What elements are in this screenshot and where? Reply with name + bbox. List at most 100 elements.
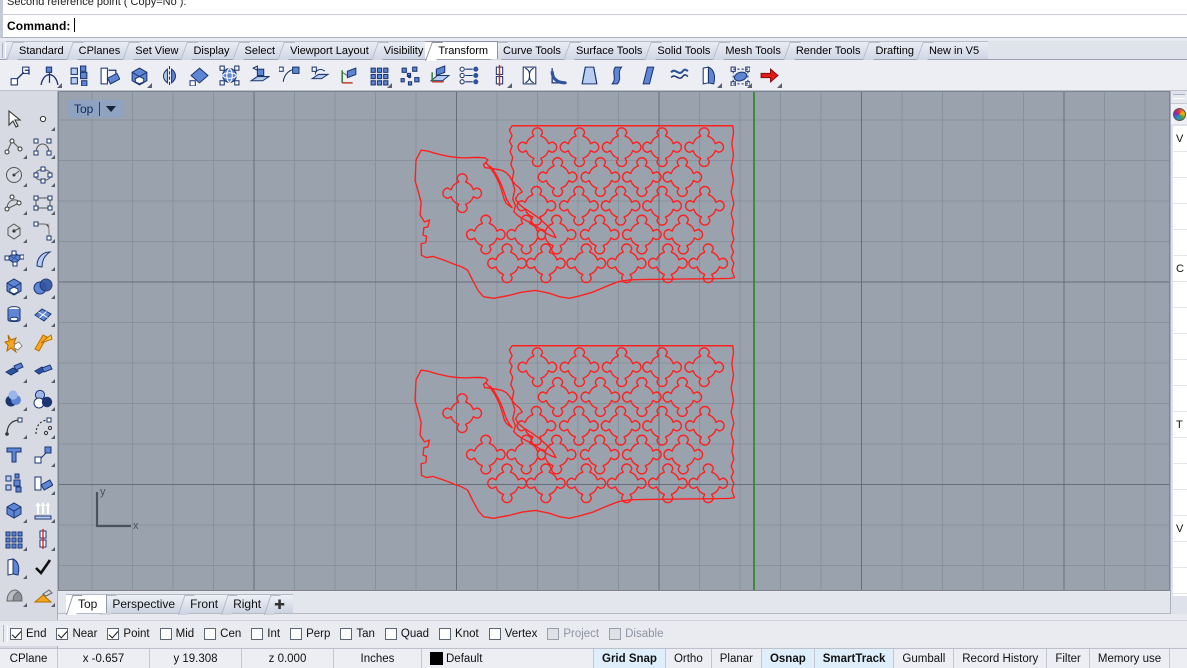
copy-small-icon[interactable] (0, 469, 29, 497)
bend-icon[interactable] (36, 62, 63, 89)
rotate-icon[interactable] (96, 62, 123, 89)
osnap-toggle-point[interactable]: Point (107, 627, 150, 640)
rotate-small-icon[interactable] (29, 469, 58, 497)
flyout-corner[interactable] (51, 491, 55, 495)
project-to-plane-icon[interactable] (246, 62, 273, 89)
flyout-corner[interactable] (51, 435, 55, 439)
flyout-corner[interactable] (51, 519, 55, 523)
flyout-corner[interactable] (22, 295, 27, 299)
toolbar-tab-set-view[interactable]: Set View (122, 41, 188, 59)
perforation-hole[interactable] (662, 157, 703, 197)
perforation-hole[interactable] (684, 405, 725, 446)
perforation-hole[interactable] (525, 243, 566, 284)
viewport-tab-top[interactable]: Top (66, 594, 107, 613)
perforation-hole[interactable] (642, 405, 682, 446)
flyout-corner[interactable] (22, 155, 27, 159)
toolbar-tab-drafting[interactable]: Drafting (862, 41, 923, 59)
perforation-hole[interactable] (684, 127, 725, 168)
ellipse-icon[interactable] (29, 161, 58, 189)
perforation-hole[interactable] (580, 377, 621, 417)
checkbox-icon[interactable] (488, 627, 501, 640)
osnap-toggle-cen[interactable]: Cen (204, 627, 241, 640)
units-indicator[interactable]: Inches (334, 649, 422, 668)
mirror-icon[interactable] (156, 62, 183, 89)
flyout-corner[interactable] (717, 82, 722, 88)
perforation-hole[interactable] (517, 127, 558, 168)
status-toggle-smarttrack[interactable]: SmartTrack (814, 649, 895, 668)
flyout-corner[interactable] (22, 323, 27, 327)
perforation-hole[interactable] (663, 434, 704, 475)
command-input[interactable] (70, 17, 1187, 35)
panel-list[interactable]: V C T V (1173, 126, 1187, 596)
panel-row[interactable] (1173, 178, 1187, 204)
polygon-icon[interactable] (0, 217, 29, 245)
panel-row[interactable] (1173, 542, 1187, 568)
cplane-indicator[interactable]: CPlane (0, 649, 58, 668)
panel-row[interactable] (1173, 438, 1187, 464)
flyout-corner[interactable] (22, 379, 27, 383)
flyout-corner[interactable] (51, 407, 55, 411)
perforation-hole[interactable] (465, 434, 506, 475)
circle-center-icon[interactable] (0, 161, 29, 189)
status-toggle-grid-snap[interactable]: Grid Snap (594, 649, 666, 668)
perforation-hole[interactable] (487, 243, 527, 284)
checkbox-icon[interactable] (384, 627, 397, 640)
toolbar-tab-cplanes[interactable]: CPlanes (65, 41, 130, 59)
scale-3d-icon[interactable] (126, 62, 153, 89)
panel-row[interactable]: C (1173, 256, 1187, 282)
rotate-3d-icon[interactable] (216, 62, 243, 89)
flyout-corner[interactable] (777, 82, 782, 88)
perforation-hole[interactable] (688, 463, 729, 504)
viewport-tab-front[interactable]: Front (178, 594, 228, 613)
panel-row[interactable] (1173, 230, 1187, 256)
flyout-corner[interactable] (22, 211, 27, 215)
perforation-hole[interactable] (487, 463, 527, 504)
layer-color-swatch[interactable] (430, 652, 443, 665)
checkbox-icon[interactable] (439, 627, 452, 640)
render-icon[interactable] (29, 581, 58, 609)
mesh-icon[interactable] (29, 301, 58, 329)
perforation-hole[interactable] (566, 463, 607, 504)
flyout-corner[interactable] (51, 155, 55, 159)
perforation-hole[interactable] (601, 127, 642, 168)
toolbar-tab-viewport-layout[interactable]: Viewport Layout (277, 41, 378, 59)
boolean-difference-icon[interactable] (29, 385, 58, 413)
panel-row[interactable]: V (1173, 516, 1187, 542)
offset-curve-icon[interactable] (0, 413, 29, 441)
flyout-corner[interactable] (51, 211, 55, 215)
viewport-tab-right[interactable]: Right (221, 594, 271, 613)
flyout-corner[interactable] (22, 435, 27, 439)
osnap-toggle-project[interactable]: Project (547, 627, 599, 640)
panel-row[interactable] (1173, 204, 1187, 230)
status-toggle-ortho[interactable]: Ortho (666, 649, 712, 668)
panel-grip[interactable] (1171, 94, 1187, 104)
flyout-corner[interactable] (387, 82, 392, 88)
array-rectangular-icon[interactable] (366, 62, 393, 89)
perforation-hole[interactable] (601, 347, 642, 388)
perforation-hole[interactable] (647, 463, 688, 504)
toolbar-tab-surface-tools[interactable]: Surface Tools (562, 41, 652, 59)
surface-sweep-icon[interactable] (29, 245, 58, 273)
perforation-hole[interactable] (621, 214, 662, 255)
flyout-corner[interactable] (51, 463, 55, 467)
checkbox-icon[interactable] (204, 627, 217, 640)
flow-along-curve-icon[interactable] (636, 62, 663, 89)
blend-curve-icon[interactable] (29, 413, 58, 441)
twist-icon[interactable] (516, 62, 543, 89)
flyout-corner[interactable] (51, 239, 55, 243)
flow-along-surface-icon[interactable] (306, 62, 333, 89)
perforation-hole[interactable] (606, 463, 647, 504)
cage-edit-icon[interactable] (726, 62, 753, 89)
status-toggle-memory-use[interactable]: Memory use (1090, 649, 1171, 668)
flyout-corner[interactable] (51, 183, 55, 187)
array-linear-icon[interactable] (456, 62, 483, 89)
perforation-hole[interactable] (579, 214, 620, 255)
panel-row[interactable] (1173, 360, 1187, 386)
properties-panel[interactable]: V C T V (1170, 91, 1187, 614)
checkbox-icon[interactable] (290, 627, 303, 640)
flyout-corner[interactable] (22, 575, 27, 579)
perforation-hole[interactable] (688, 243, 729, 284)
move-icon[interactable] (6, 62, 33, 89)
sphere-boolean-icon[interactable] (29, 273, 58, 301)
perforation-hole[interactable] (559, 127, 600, 168)
